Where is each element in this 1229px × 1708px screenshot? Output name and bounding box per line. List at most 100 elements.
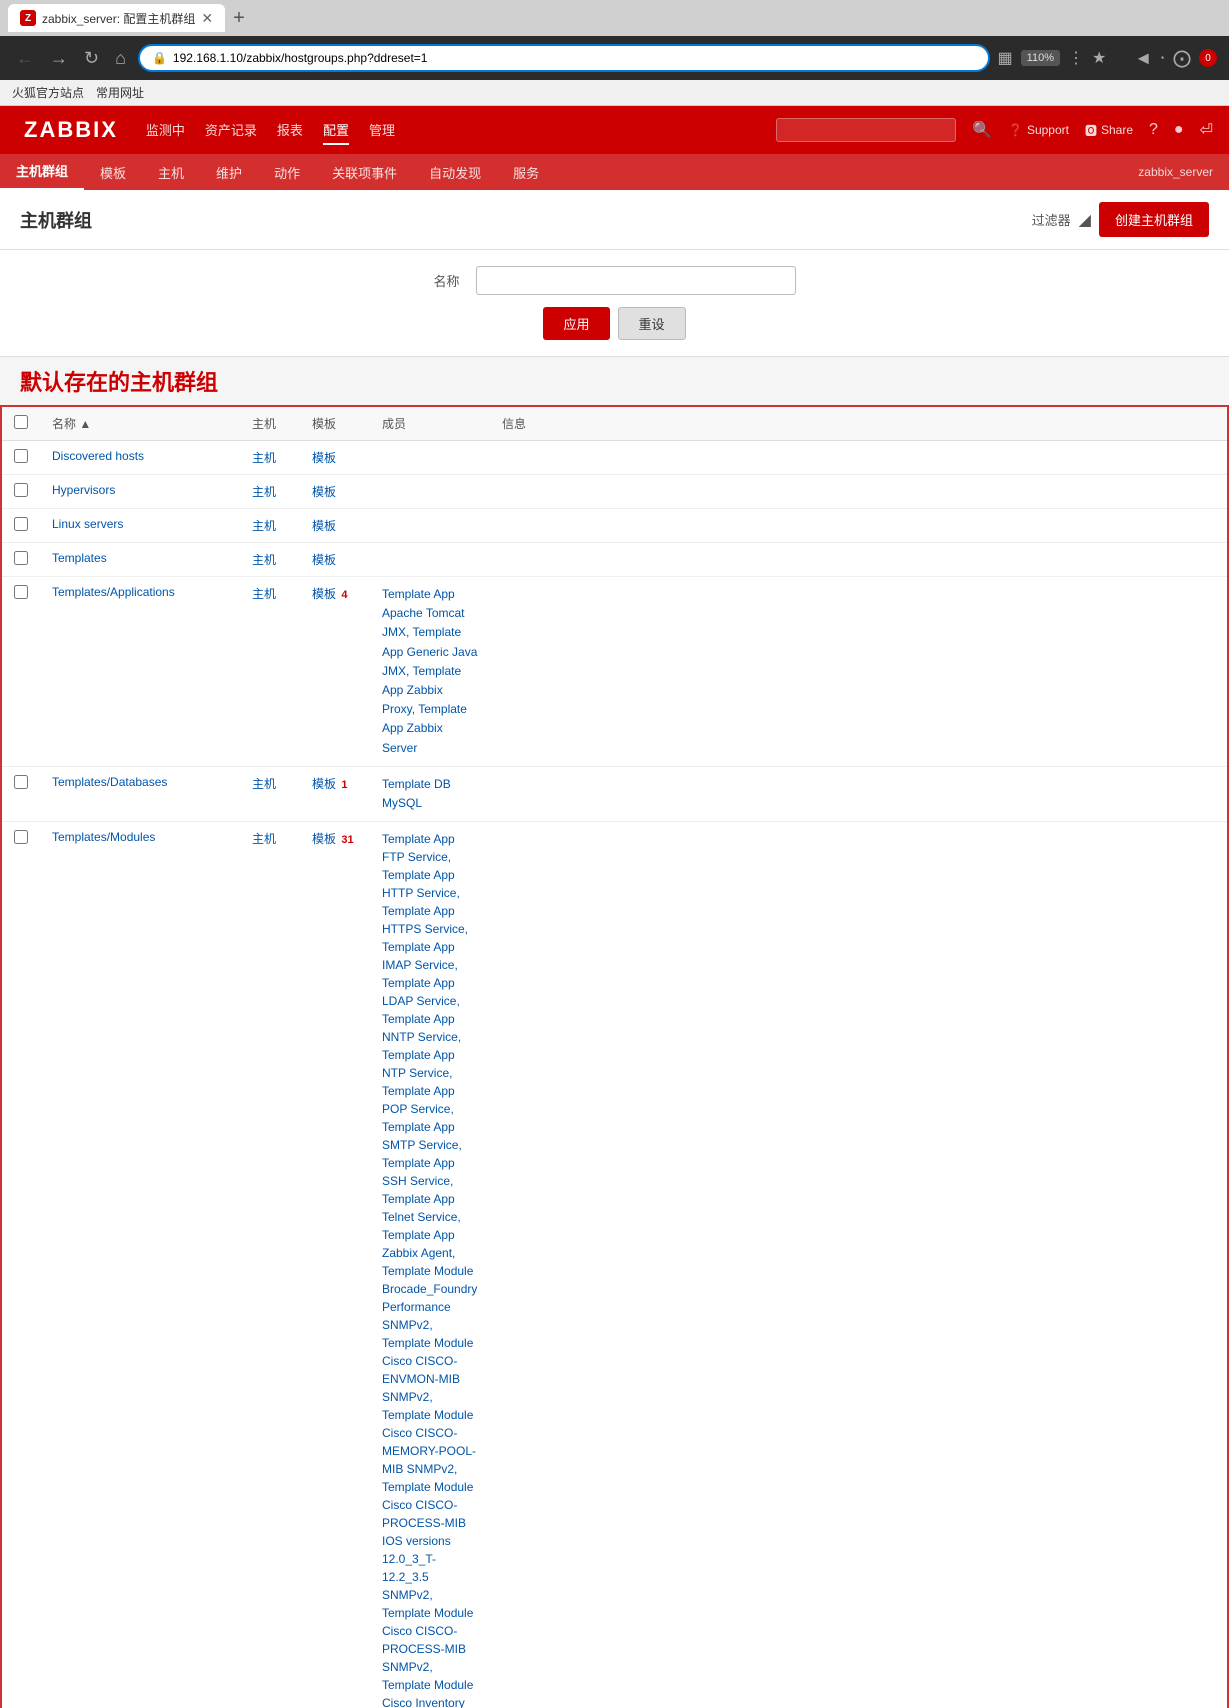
templates-link[interactable]: 模板 xyxy=(312,451,336,465)
hosts-link[interactable]: 主机 xyxy=(252,519,276,533)
info-cell xyxy=(490,766,1227,821)
tab-close-button[interactable]: ✕ xyxy=(201,10,213,27)
templates-link[interactable]: 模板 xyxy=(312,485,336,499)
info-cell xyxy=(490,543,1227,577)
template-count: 31 xyxy=(341,834,353,846)
template-count: 1 xyxy=(341,779,347,791)
nav-item-reports[interactable]: 报表 xyxy=(277,116,303,145)
hosts-link[interactable]: 主机 xyxy=(252,451,276,465)
header-right: 🔍 ❓ Support 🅾 Share ? ● ⏎ xyxy=(776,118,1213,142)
create-hostgroup-button[interactable]: 创建主机群组 xyxy=(1099,202,1209,237)
col-header-info: 信息 xyxy=(490,407,1227,441)
bookmark-icon[interactable]: ★ xyxy=(1092,48,1106,68)
info-cell xyxy=(490,441,1227,475)
table-row: Templates/Databases 主机 模板 1 Template DB … xyxy=(2,766,1227,821)
bookmark-bar: 火狐官方站点 常用网址 xyxy=(0,80,1229,106)
select-all-checkbox[interactable] xyxy=(14,415,28,429)
reset-filter-button[interactable]: 重设 xyxy=(618,307,686,340)
hostgroup-name-link[interactable]: Templates xyxy=(52,551,107,565)
row-checkbox[interactable] xyxy=(14,585,28,599)
templates-link[interactable]: 模板 xyxy=(312,777,336,791)
support-icon: ❓ xyxy=(1008,123,1023,137)
filter-name-input[interactable] xyxy=(476,266,796,295)
logout-icon[interactable]: ⏎ xyxy=(1200,120,1213,140)
zoom-level: 110% xyxy=(1021,50,1060,66)
template-count: 4 xyxy=(341,589,347,601)
back-button[interactable]: ← xyxy=(12,46,38,71)
members-cell xyxy=(370,441,490,475)
hosts-link[interactable]: 主机 xyxy=(252,485,276,499)
templates-link[interactable]: 模板 xyxy=(312,832,336,846)
apply-filter-button[interactable]: 应用 xyxy=(543,307,609,340)
zabbix-header: ZABBIX 监测中 资产记录 报表 配置 管理 🔍 ❓ Support 🅾 S… xyxy=(0,106,1229,154)
templates-link[interactable]: 模板 xyxy=(312,587,336,601)
table-row: Discovered hosts 主机 模板 xyxy=(2,441,1227,475)
global-search-input[interactable] xyxy=(776,118,956,142)
row-checkbox[interactable] xyxy=(14,449,28,463)
col-header-hosts: 主机 xyxy=(240,407,300,441)
nav-item-admin[interactable]: 管理 xyxy=(369,116,395,145)
extension-icon-1: ◄ xyxy=(1134,48,1152,69)
row-checkbox[interactable] xyxy=(14,775,28,789)
members-cell xyxy=(370,509,490,543)
share-link[interactable]: 🅾 Share xyxy=(1085,122,1133,139)
members-cell xyxy=(370,543,490,577)
subnav-templates[interactable]: 模板 xyxy=(84,155,142,190)
hosts-link[interactable]: 主机 xyxy=(252,587,276,601)
hostgroups-table-container: 名称 ▲ 主机 模板 成员 信息 xyxy=(0,405,1229,1708)
top-navigation: 监测中 资产记录 报表 配置 管理 xyxy=(146,116,395,145)
hostgroup-name-link[interactable]: Templates/Applications xyxy=(52,585,175,599)
hostgroup-name-link[interactable]: Templates/Databases xyxy=(52,775,167,789)
address-bar[interactable]: 🔒 192.168.1.10/zabbix/hostgroups.php?ddr… xyxy=(138,44,990,72)
more-options-icon[interactable]: ⋮ xyxy=(1068,48,1084,68)
subnav-hosts[interactable]: 主机 xyxy=(142,155,200,190)
hosts-link[interactable]: 主机 xyxy=(252,832,276,846)
templates-link[interactable]: 模板 xyxy=(312,553,336,567)
page-header: 主机群组 过滤器 ◢ 创建主机群组 xyxy=(0,190,1229,250)
table-row: Hypervisors 主机 模板 xyxy=(2,475,1227,509)
nav-item-config[interactable]: 配置 xyxy=(323,116,349,145)
forward-button[interactable]: → xyxy=(46,46,72,71)
row-checkbox[interactable] xyxy=(14,517,28,531)
hostgroup-name-link[interactable]: Templates/Modules xyxy=(52,830,155,844)
hosts-link[interactable]: 主机 xyxy=(252,777,276,791)
extension-icon-2: ⸱ xyxy=(1160,46,1165,70)
filter-funnel-icon[interactable]: ◢ xyxy=(1079,210,1091,230)
table-row: Templates/Modules 主机 模板 31 Template App … xyxy=(2,822,1227,1708)
support-link[interactable]: ❓ Support xyxy=(1008,123,1069,137)
page-title: 主机群组 xyxy=(20,207,92,233)
default-group-label: 默认存在的主机群组 xyxy=(0,357,1229,405)
home-button[interactable]: ⌂ xyxy=(111,46,130,71)
hosts-link[interactable]: 主机 xyxy=(252,553,276,567)
qr-icon: ▦ xyxy=(998,48,1013,68)
nav-item-assets[interactable]: 资产记录 xyxy=(205,116,257,145)
info-cell xyxy=(490,577,1227,767)
subnav-services[interactable]: 服务 xyxy=(497,155,555,190)
table-row: Templates 主机 模板 xyxy=(2,543,1227,577)
subnav-actions[interactable]: 动作 xyxy=(258,155,316,190)
zabbix-logo[interactable]: ZABBIX xyxy=(16,113,126,147)
row-checkbox[interactable] xyxy=(14,483,28,497)
help-icon[interactable]: ? xyxy=(1149,121,1158,139)
user-icon[interactable]: ● xyxy=(1174,121,1184,139)
subnav-correlation[interactable]: 关联项事件 xyxy=(316,155,413,190)
col-header-templates: 模板 xyxy=(300,407,370,441)
members-cell: Template DB MySQL xyxy=(370,766,490,821)
bookmark-item-1[interactable]: 火狐官方站点 xyxy=(12,84,84,101)
new-tab-button[interactable]: + xyxy=(225,7,253,30)
bookmark-item-2[interactable]: 常用网址 xyxy=(96,84,144,101)
row-checkbox[interactable] xyxy=(14,551,28,565)
nav-item-monitor[interactable]: 监测中 xyxy=(146,116,185,145)
subnav-autodiscover[interactable]: 自动发现 xyxy=(413,155,497,190)
hostgroup-name-link[interactable]: Discovered hosts xyxy=(52,449,144,463)
templates-link[interactable]: 模板 xyxy=(312,519,336,533)
browser-tab[interactable]: Z zabbix_server: 配置主机群组 ✕ xyxy=(8,4,225,32)
reload-button[interactable]: ↻ xyxy=(80,46,103,71)
table-row: Templates/Applications 主机 模板 4 Template … xyxy=(2,577,1227,767)
hostgroup-name-link[interactable]: Linux servers xyxy=(52,517,123,531)
subnav-hostgroups[interactable]: 主机群组 xyxy=(0,153,84,191)
search-icon[interactable]: 🔍 xyxy=(972,120,992,140)
row-checkbox[interactable] xyxy=(14,830,28,844)
hostgroup-name-link[interactable]: Hypervisors xyxy=(52,483,115,497)
subnav-maintenance[interactable]: 维护 xyxy=(200,155,258,190)
